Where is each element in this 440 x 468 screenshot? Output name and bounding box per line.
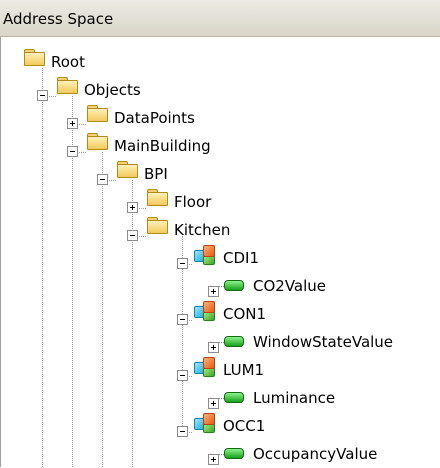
minus-expander-icon[interactable] [67, 146, 78, 157]
tree-node-mainbuilding[interactable]: MainBuilding [86, 132, 266, 160]
tree-node-luminance[interactable]: Luminance [224, 384, 384, 412]
tree-node-label: OccupancyValue [253, 445, 378, 463]
plus-expander-icon[interactable] [208, 398, 219, 409]
tree-node-objects[interactable]: Objects [56, 76, 206, 104]
variable-icon [224, 280, 244, 291]
tree-node-occ1[interactable]: OCC1 [192, 412, 292, 440]
minus-expander-icon[interactable] [177, 258, 188, 269]
tree-node-label: Kitchen [174, 221, 231, 239]
minus-expander-icon[interactable] [177, 426, 188, 437]
tree-node-cdi1[interactable]: CDI1 [192, 244, 292, 272]
tree-connector [137, 236, 146, 237]
object-icon [192, 300, 216, 321]
object-icon [192, 356, 216, 377]
folder-icon [23, 48, 45, 66]
plus-expander-icon[interactable] [127, 202, 138, 213]
folder-icon [116, 160, 138, 178]
variable-icon [224, 392, 244, 403]
tree-node-label: WindowStateValue [253, 333, 394, 351]
tree-node-label: LUM1 [223, 361, 265, 379]
tree-node-label: Root [51, 53, 85, 71]
variable-icon [224, 448, 244, 459]
tree-connector [42, 68, 43, 467]
tree-node-label: BPI [144, 165, 168, 183]
minus-expander-icon[interactable] [97, 174, 108, 185]
tree-node-windowstatevalue[interactable]: WindowStateValue [224, 328, 434, 356]
minus-expander-icon[interactable] [177, 370, 188, 381]
object-icon [192, 412, 216, 433]
tree-connector [137, 208, 146, 209]
tree-node-label: OCC1 [223, 417, 266, 435]
tree-node-label: CDI1 [223, 249, 259, 267]
tree-connector [102, 152, 103, 467]
folder-icon [146, 188, 168, 206]
tree-node-datapoints[interactable]: DataPoints [86, 104, 246, 132]
tree-node-label: Objects [84, 81, 141, 99]
tree-node-bpi[interactable]: BPI [116, 160, 216, 188]
tree-node-floor[interactable]: Floor [146, 188, 246, 216]
tree-node-lum1[interactable]: LUM1 [192, 356, 292, 384]
tree-connector [77, 124, 86, 125]
tree-connector [77, 152, 86, 153]
folder-icon [86, 104, 108, 122]
address-space-header: Address Space [0, 0, 440, 37]
plus-expander-icon[interactable] [208, 342, 219, 353]
tree-node-label: DataPoints [114, 109, 195, 127]
tree-node-root[interactable]: Root [23, 48, 143, 76]
variable-icon [224, 336, 244, 347]
tree-node-label: MainBuilding [114, 137, 211, 155]
panel-title: Address Space [3, 10, 114, 28]
minus-expander-icon[interactable] [37, 90, 48, 101]
tree-node-co2value[interactable]: CO2Value [224, 272, 384, 300]
plus-expander-icon[interactable] [208, 286, 219, 297]
object-icon [192, 244, 216, 265]
tree-node-label: Floor [174, 193, 212, 211]
plus-expander-icon[interactable] [67, 118, 78, 129]
tree-node-label: CO2Value [253, 277, 327, 295]
tree-node-label: Luminance [253, 389, 336, 407]
plus-expander-icon[interactable] [208, 454, 219, 465]
minus-expander-icon[interactable] [127, 230, 138, 241]
folder-icon [56, 76, 78, 94]
tree-node-occupancyvalue[interactable]: OccupancyValue [224, 440, 424, 468]
minus-expander-icon[interactable] [177, 314, 188, 325]
tree-node-kitchen[interactable]: Kitchen [146, 216, 266, 244]
tree-node-label: CON1 [223, 305, 267, 323]
tree-connector [107, 180, 116, 181]
folder-icon [146, 216, 168, 234]
address-space-tree[interactable]: Root Objects DataPoints MainBuilding BPI… [0, 37, 440, 467]
tree-connector [132, 180, 133, 467]
tree-node-con1[interactable]: CON1 [192, 300, 292, 328]
folder-icon [86, 132, 108, 150]
